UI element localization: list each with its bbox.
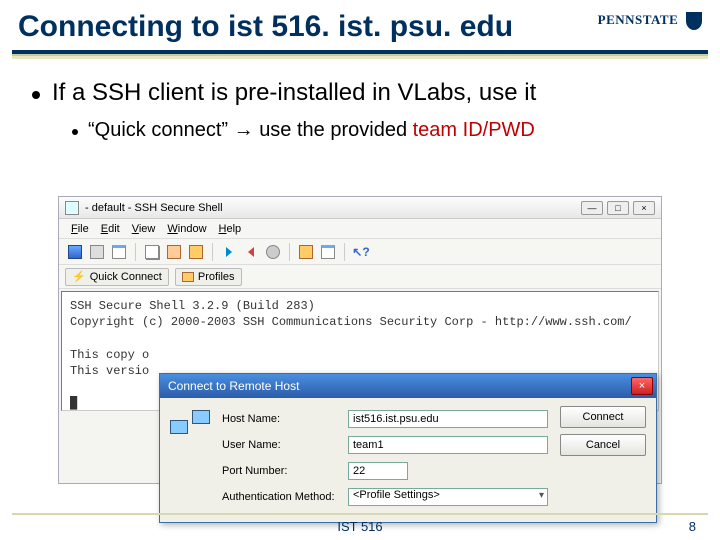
user-label: User Name: [222, 439, 342, 451]
connect-button[interactable]: Connect [560, 406, 646, 428]
host-label: Host Name: [222, 413, 342, 425]
auth-select[interactable]: <Profile Settings> [348, 488, 548, 506]
bullet2-mid: use the provided [259, 119, 412, 141]
title-underline [12, 50, 708, 54]
menu-file[interactable]: File [67, 223, 93, 235]
menu-edit[interactable]: Edit [97, 223, 124, 235]
toolbar-separator [344, 243, 345, 261]
toolbar-separator [212, 243, 213, 261]
bullet-level1: If a SSH client is pre-installed in VLab… [0, 77, 720, 119]
dialog-close-button[interactable]: × [631, 377, 653, 395]
dialog-titlebar: Connect to Remote Host × [160, 374, 656, 398]
quick-connect-label: Quick Connect [90, 271, 162, 283]
bullet2-text: “Quick connect” → use the provided team … [88, 119, 535, 142]
toolbar-separator [289, 243, 290, 261]
menubar: File Edit View Window Help [59, 219, 661, 239]
dialog-title-text: Connect to Remote Host [168, 379, 299, 393]
settings-icon[interactable] [263, 242, 283, 262]
minimize-button[interactable]: — [581, 201, 603, 215]
network-icon [170, 406, 212, 448]
folder-icon[interactable] [296, 242, 316, 262]
print-icon[interactable] [87, 242, 107, 262]
footer-divider [12, 513, 708, 515]
connect-dialog: Connect to Remote Host × Host Name: User… [159, 373, 657, 523]
host-input[interactable] [348, 410, 548, 428]
maximize-button[interactable]: □ [607, 201, 629, 215]
quick-connect-button[interactable]: ⚡ Quick Connect [65, 268, 169, 286]
menu-view[interactable]: View [128, 223, 160, 235]
port-label: Port Number: [222, 465, 342, 477]
menu-help[interactable]: Help [215, 223, 246, 235]
dialog-buttons: Connect Cancel [560, 406, 646, 510]
menu-window[interactable]: Window [163, 223, 210, 235]
window-titlebar: - default - SSH Secure Shell — □ × [59, 197, 661, 219]
dialog-body: Host Name: User Name: Port Number: Authe… [160, 398, 656, 522]
footer-page-number: 8 [689, 519, 696, 534]
user-input[interactable] [348, 436, 548, 454]
bullet1-text: If a SSH client is pre-installed in VLab… [52, 79, 536, 107]
title-accent [12, 56, 708, 59]
bullet-dot-icon [32, 91, 40, 99]
bullet2-quote: “Quick connect” [88, 119, 228, 141]
sheet-icon[interactable] [109, 242, 129, 262]
disconnect-icon[interactable] [241, 242, 261, 262]
shield-icon [686, 12, 702, 30]
connect-icon[interactable] [219, 242, 239, 262]
bullet2-red: team ID/PWD [413, 119, 535, 141]
auth-label: Authentication Method: [222, 491, 342, 503]
clipboard-icon[interactable] [186, 242, 206, 262]
bullet-dot-icon [72, 129, 78, 135]
brand-text: PENNSTATE [598, 12, 679, 27]
window-title-text: - default - SSH Secure Shell [85, 202, 223, 214]
arrow-icon: → [228, 119, 259, 141]
ssh-window: - default - SSH Secure Shell — □ × File … [58, 196, 662, 484]
help-arrow-icon[interactable]: ↖? [351, 242, 371, 262]
close-button[interactable]: × [633, 201, 655, 215]
slide-footer: IST 516 8 [0, 519, 720, 534]
save-icon[interactable] [65, 242, 85, 262]
bullet-level2: “Quick connect” → use the provided team … [0, 119, 720, 156]
dialog-form: Host Name: User Name: Port Number: Authe… [222, 406, 550, 510]
app-icon [65, 201, 79, 215]
toolbar: ↖? [59, 239, 661, 265]
port-input[interactable] [348, 462, 408, 480]
toolbar-separator [135, 243, 136, 261]
new-icon[interactable] [318, 242, 338, 262]
profiles-label: Profiles [198, 271, 235, 283]
paste-icon[interactable] [164, 242, 184, 262]
window-controls: — □ × [581, 201, 655, 215]
cancel-button[interactable]: Cancel [560, 434, 646, 456]
brand-logo: PENNSTATE [598, 12, 702, 30]
copy-icon[interactable] [142, 242, 162, 262]
quickconnect-bar: ⚡ Quick Connect Profiles [59, 265, 661, 289]
footer-course: IST 516 [337, 519, 382, 534]
folder-icon [182, 272, 194, 282]
profiles-button[interactable]: Profiles [175, 268, 242, 286]
lightning-icon: ⚡ [72, 270, 86, 283]
